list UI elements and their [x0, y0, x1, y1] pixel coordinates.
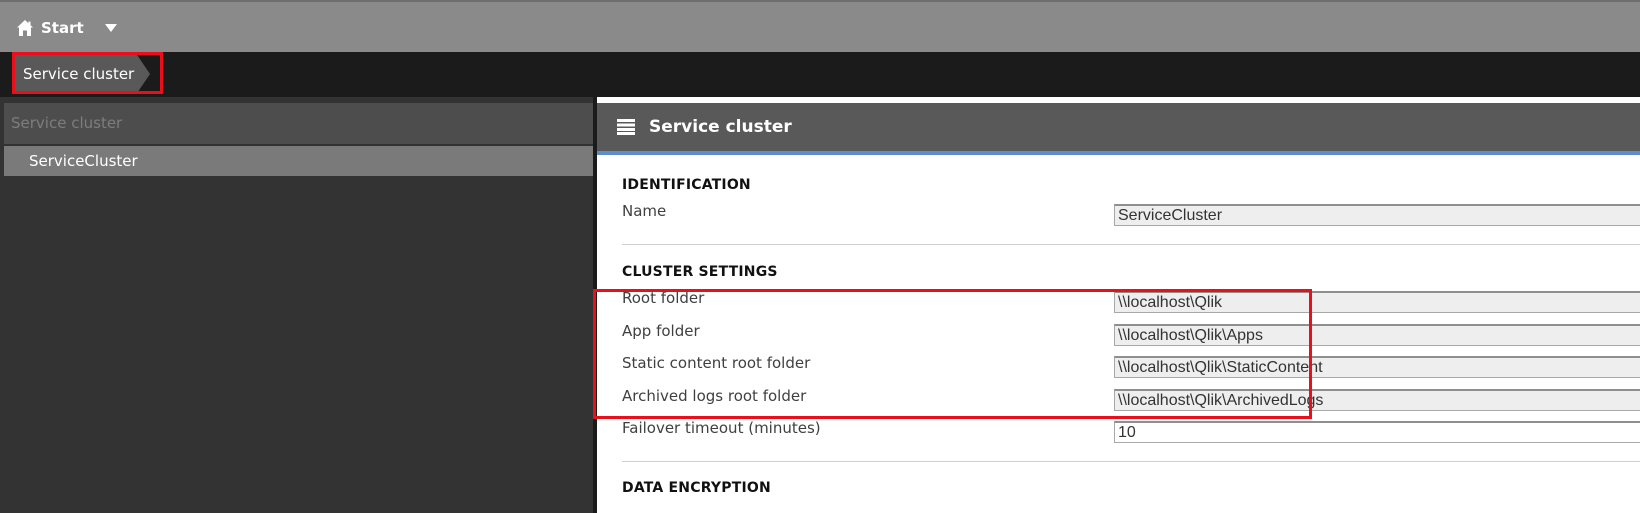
section-title-data-encryption: DATA ENCRYPTION [622, 480, 771, 496]
app-folder-label: App folder [622, 322, 700, 340]
name-field[interactable] [1114, 204, 1640, 226]
static-content-label: Static content root folder [622, 354, 811, 372]
left-panel: Service cluster ServiceCluster [0, 97, 597, 513]
static-content-field[interactable] [1114, 356, 1640, 378]
start-label: Start [41, 19, 84, 37]
right-panel: Service cluster IDENTIFICATION Name CLUS… [597, 97, 1640, 513]
home-icon [17, 20, 33, 36]
start-button[interactable]: Start [16, 16, 118, 40]
list-item-servicecluster[interactable]: ServiceCluster [4, 146, 593, 176]
failover-timeout-label: Failover timeout (minutes) [622, 419, 821, 437]
root-folder-field[interactable] [1114, 291, 1640, 313]
section-title-identification: IDENTIFICATION [622, 177, 751, 193]
archived-logs-label: Archived logs root folder [622, 387, 807, 405]
section-divider [622, 461, 1640, 462]
top-bar: Start [0, 0, 1640, 52]
archived-logs-field[interactable] [1114, 389, 1640, 411]
app-folder-field[interactable] [1114, 324, 1640, 346]
left-panel-header: Service cluster [4, 103, 593, 144]
section-title-cluster-settings: CLUSTER SETTINGS [622, 264, 778, 280]
page-title: Service cluster [649, 117, 792, 137]
right-panel-header: Service cluster [597, 103, 1640, 155]
failover-timeout-field[interactable] [1114, 421, 1640, 443]
breadcrumb-service-cluster[interactable]: Service cluster [14, 54, 150, 94]
name-label: Name [622, 202, 667, 220]
list-icon [617, 119, 635, 135]
caret-down-icon[interactable] [104, 23, 118, 33]
breadcrumb-bar: Service cluster [0, 52, 1640, 97]
section-divider [622, 244, 1640, 245]
root-folder-label: Root folder [622, 289, 705, 307]
